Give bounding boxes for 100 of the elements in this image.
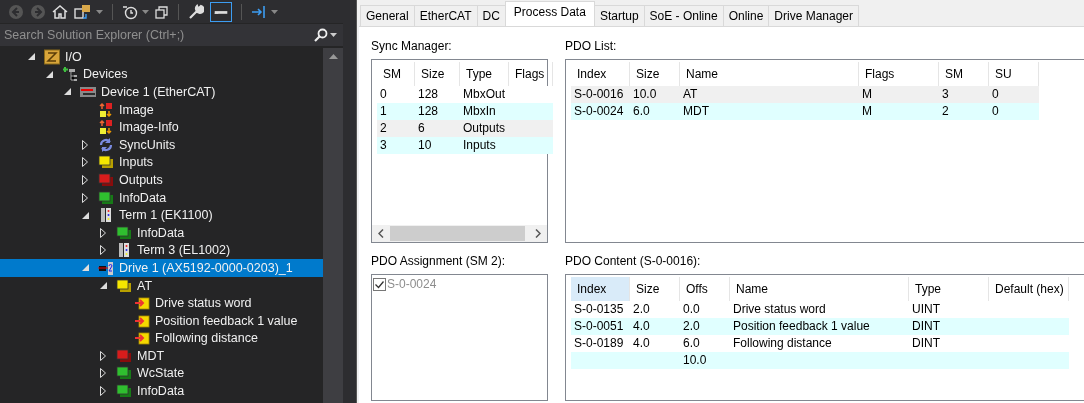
collapsed-arrow-icon[interactable]: [100, 368, 106, 379]
tree-item[interactable]: Device 1 (EtherCAT): [0, 83, 323, 101]
wrench-icon[interactable]: [188, 3, 204, 20]
tree-item[interactable]: Following distance: [0, 329, 323, 348]
history-icon[interactable]: [122, 3, 138, 20]
io-icon: [44, 48, 60, 65]
tree-item[interactable]: Image: [0, 100, 323, 119]
tab[interactable]: Process Data: [504, 1, 595, 26]
collapsed-arrow-icon[interactable]: [82, 157, 88, 168]
stacked-squares-icon: [98, 171, 114, 188]
table-cell-text: DINT: [911, 318, 941, 335]
sync-view-icon[interactable]: [74, 3, 92, 20]
caret-icon[interactable]: [96, 9, 103, 14]
search-icon[interactable]: [314, 28, 328, 42]
table-cell-text: 10.0: [682, 352, 708, 369]
scroll-up-icon[interactable]: [328, 54, 338, 59]
caret-icon[interactable]: [330, 33, 337, 37]
tree-item[interactable]: SyncUnits: [0, 135, 323, 154]
table-row[interactable]: 3 10 Inputs: [377, 137, 553, 154]
table-cell-text: S-0-0189: [573, 335, 625, 352]
table-row[interactable]: 10.0: [571, 352, 1069, 369]
table-cell-text: MbxOut: [462, 86, 506, 103]
tree-item[interactable]: WcState: [0, 364, 323, 383]
tree-item[interactable]: InfoData: [0, 382, 323, 400]
table-cell-text: 0: [379, 86, 388, 103]
table-cell-text: AT: [682, 86, 699, 103]
expanded-arrow-icon[interactable]: [64, 88, 71, 96]
table-row[interactable]: S-0-0016 10.0 AT M 3 0: [571, 86, 1039, 103]
tab[interactable]: General: [360, 5, 415, 26]
tree-item[interactable]: AT: [0, 276, 323, 295]
table-cell-text: M: [861, 103, 873, 120]
table-cell-text: 2: [941, 103, 950, 120]
tree-item[interactable]: Outputs: [0, 171, 323, 189]
tree-item[interactable]: Position feedback 1 value: [0, 311, 323, 330]
tree-item[interactable]: Drive 1 (AX5192-0000-0203)_1: [0, 259, 323, 277]
table-cell-text: 128: [417, 86, 440, 103]
tree-item[interactable]: Drive status word: [0, 294, 323, 312]
home-icon[interactable]: [52, 3, 68, 20]
preview-toggle-icon[interactable]: [210, 1, 232, 22]
section-label: PDO Content (S-0-0016):: [565, 254, 702, 267]
search-input[interactable]: Search Solution Explorer (Ctrl+;): [4, 28, 310, 42]
scrollbar[interactable]: [323, 48, 343, 403]
tree-item[interactable]: Inputs: [0, 153, 323, 172]
scroll-right-icon[interactable]: [535, 229, 541, 238]
collapse-all-icon[interactable]: [155, 4, 169, 19]
collapsed-arrow-icon[interactable]: [100, 350, 106, 361]
table-cell-text: Outputs: [462, 120, 507, 137]
table-row[interactable]: S-0-0024 6.0 MDT M 2 0: [571, 103, 1039, 120]
table-row[interactable]: S-0-0051 4.0 2.0 Position feedback 1 value DINT: [571, 318, 1069, 335]
section-label: PDO Assignment (SM 2):: [371, 254, 507, 267]
table-cell-text: Position feedback 1 value: [732, 318, 871, 335]
table-cell-text: 1: [379, 103, 388, 120]
table-cell-text: 6.0: [682, 335, 701, 352]
caret-icon[interactable]: [271, 9, 278, 14]
table-cell-text: S-0-0051: [573, 318, 625, 335]
tree-item[interactable]: InfoData: [0, 188, 323, 207]
table-cell-text: 10.0: [632, 86, 658, 103]
tree-item[interactable]: Image-Info: [0, 118, 323, 136]
pin-arrow-icon[interactable]: [251, 3, 267, 20]
table-row[interactable]: 1 128 MbxIn: [377, 103, 553, 120]
tree-item[interactable]: I/O: [0, 48, 323, 66]
expanded-arrow-icon[interactable]: [82, 211, 89, 219]
table-cell-text: Drive status word: [732, 301, 827, 318]
device-icon: [80, 84, 96, 100]
scrollbar[interactable]: [372, 225, 547, 242]
table-cell-text: 4.0: [632, 318, 651, 335]
tree-item[interactable]: InfoData: [0, 223, 323, 242]
caret-icon[interactable]: [142, 9, 149, 14]
table-cell-text: 3: [379, 137, 388, 154]
terminal-icon: [116, 242, 132, 259]
collapsed-arrow-icon[interactable]: [82, 192, 88, 203]
tree-item[interactable]: Term 3 (EL1002): [0, 241, 323, 260]
table-cell-text: 3: [941, 86, 950, 103]
section-label: PDO List:: [565, 39, 618, 52]
sync-icon: [98, 136, 114, 153]
table-row[interactable]: 2 6 Outputs: [377, 120, 553, 137]
collapsed-arrow-icon[interactable]: [100, 245, 106, 256]
table-cell-text: 128: [417, 103, 440, 120]
tab[interactable]: Startup: [593, 5, 645, 26]
expanded-arrow-icon[interactable]: [46, 70, 53, 78]
expanded-arrow-icon[interactable]: [28, 53, 35, 61]
collapsed-arrow-icon[interactable]: [100, 227, 106, 238]
collapsed-arrow-icon[interactable]: [82, 139, 88, 150]
tree-item[interactable]: Devices: [0, 65, 323, 84]
variable-icon: [134, 312, 150, 329]
collapsed-arrow-icon[interactable]: [82, 174, 88, 185]
terminal-icon: [98, 207, 114, 224]
search-field[interactable]: Search Solution Explorer (Ctrl+;): [0, 24, 343, 46]
tree-item[interactable]: MDT: [0, 347, 323, 365]
stacked-squares-icon: [98, 189, 114, 206]
expanded-arrow-icon[interactable]: [100, 282, 107, 289]
stacked-squares-icon: [116, 347, 132, 364]
tab[interactable]: Drive Manager: [768, 5, 859, 26]
column-header[interactable]: Index: [571, 277, 630, 301]
collapsed-arrow-icon[interactable]: [100, 386, 106, 397]
image-icon: [98, 119, 114, 136]
image-icon: [98, 101, 114, 118]
table-cell-text: 0: [991, 103, 1000, 120]
scroll-left-icon[interactable]: [378, 229, 384, 238]
tree-item[interactable]: Term 1 (EK1100): [0, 206, 323, 224]
